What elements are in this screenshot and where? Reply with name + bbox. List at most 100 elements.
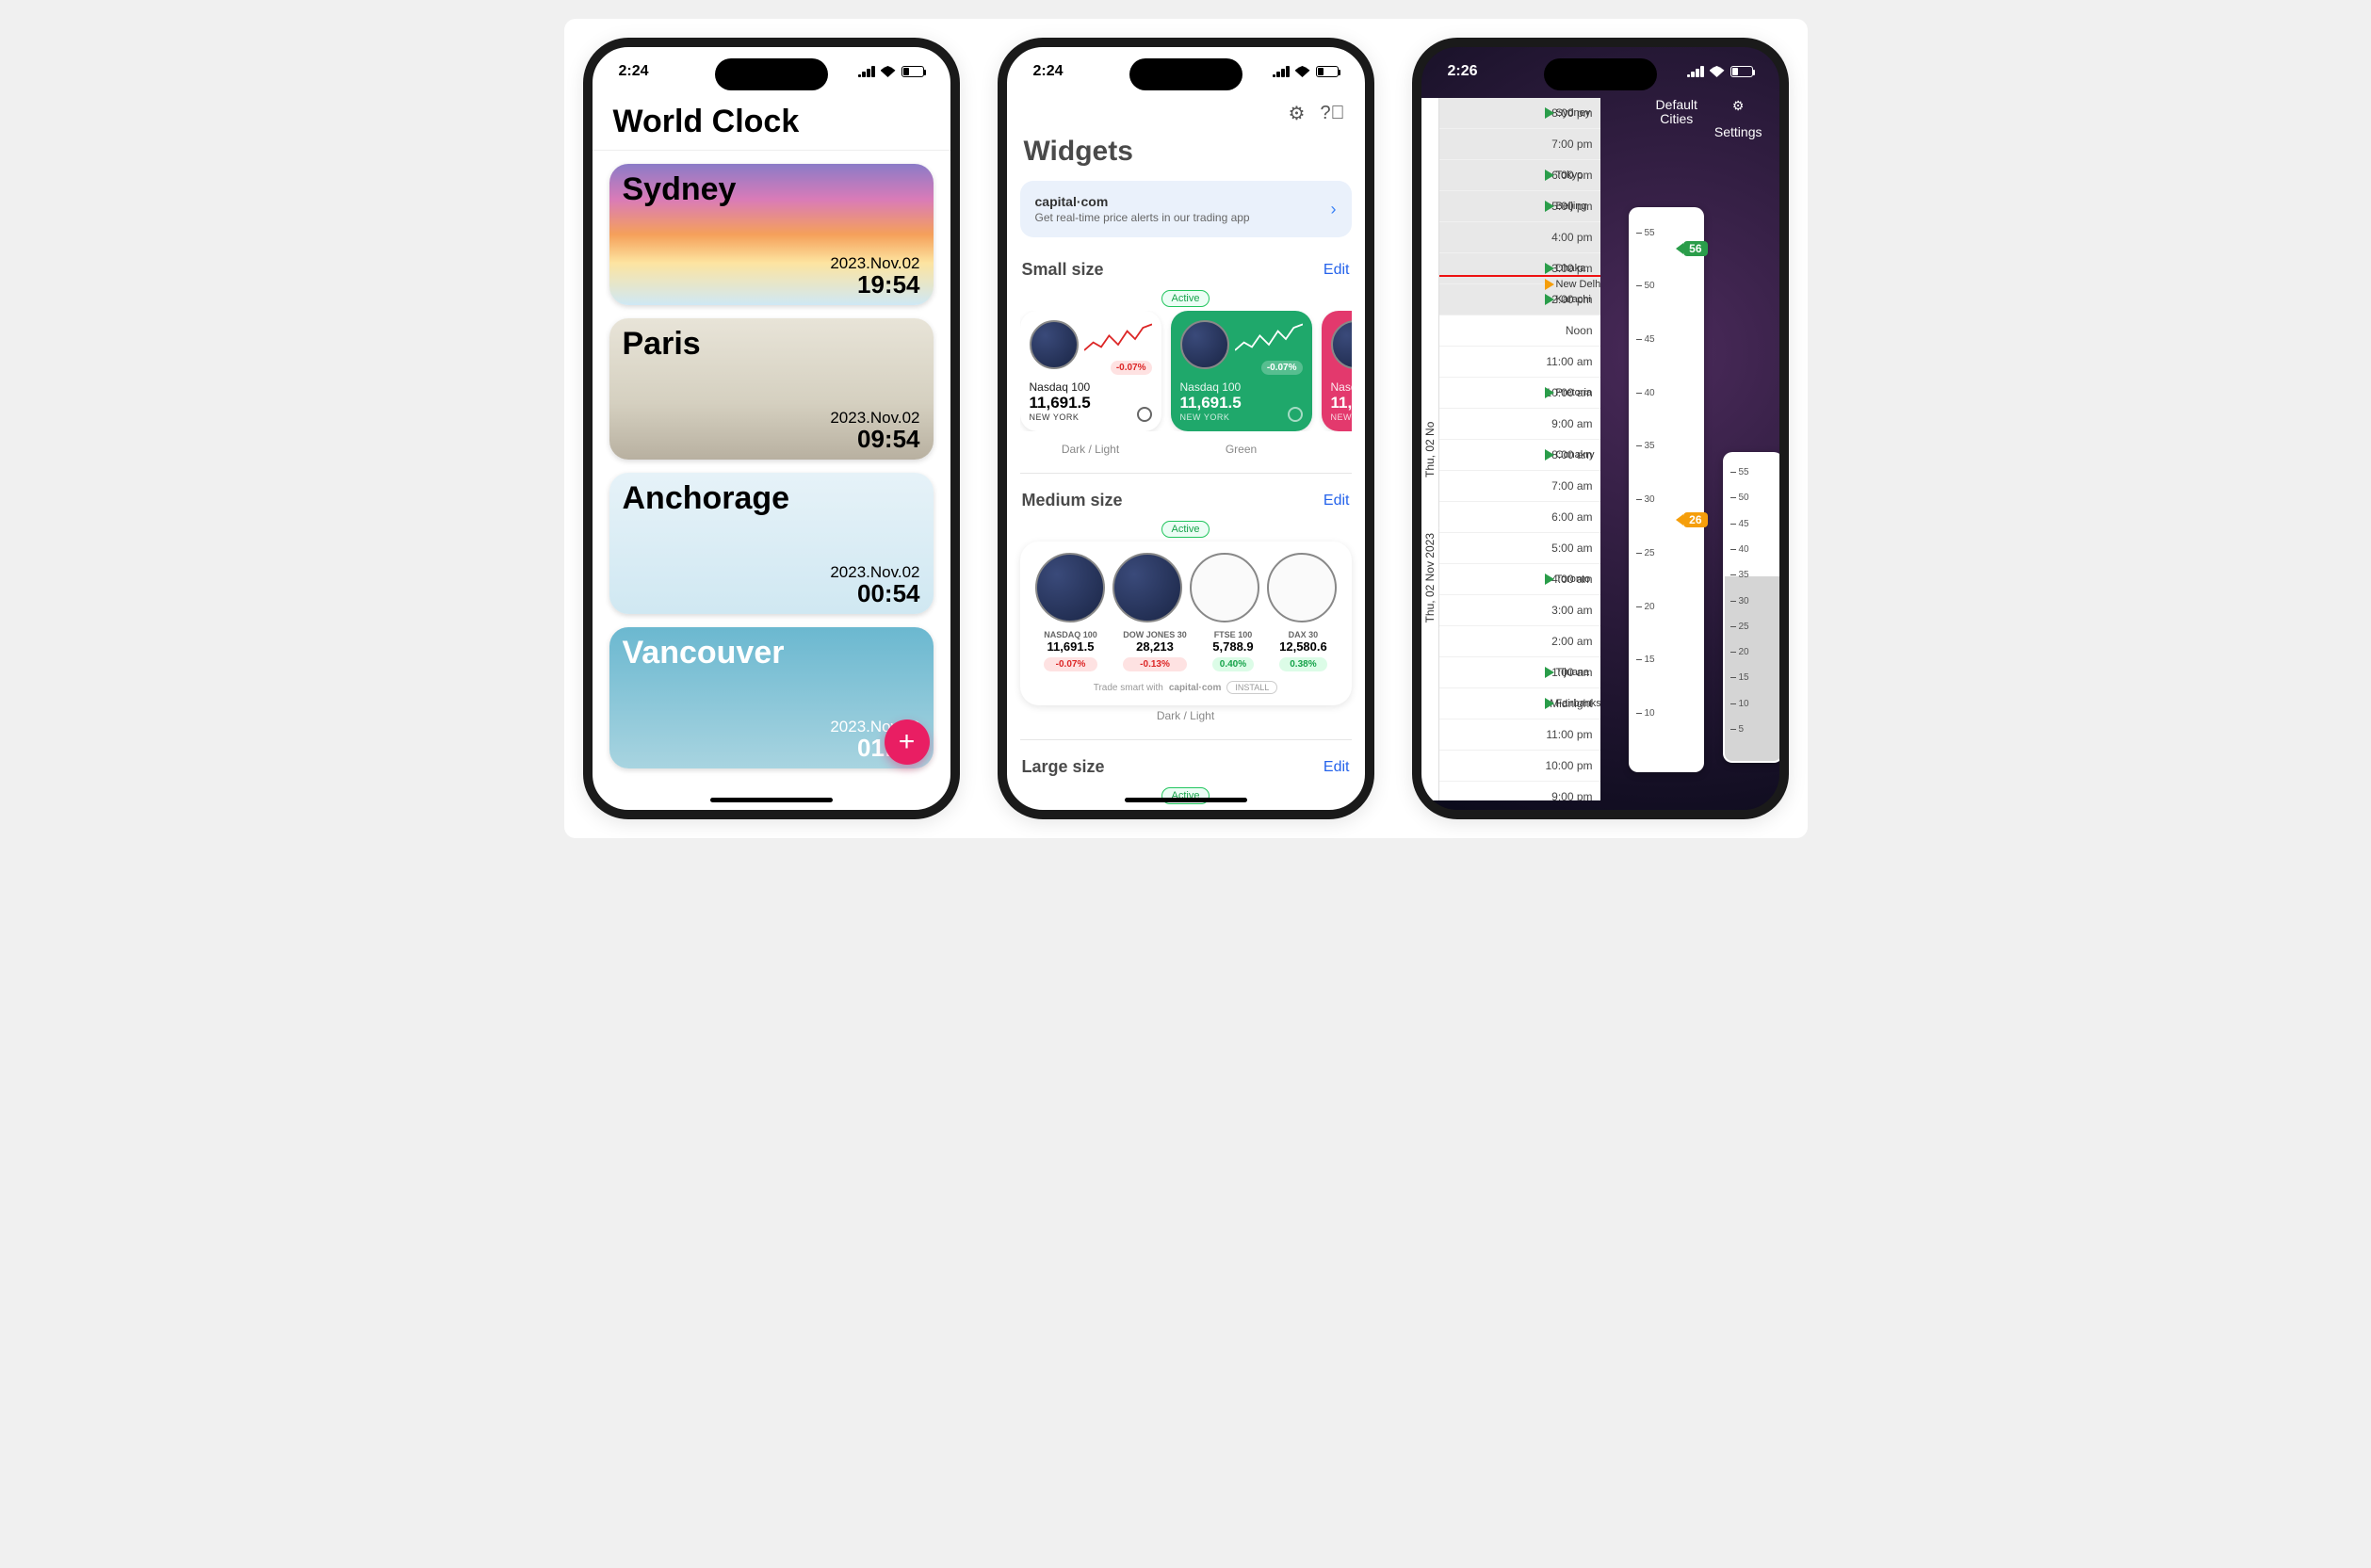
- settings-icon[interactable]: ⚙: [1286, 102, 1308, 124]
- triangle-icon: [1545, 387, 1554, 398]
- wifi-icon: [1295, 66, 1310, 77]
- percent-change: -0.13%: [1123, 657, 1187, 671]
- clock-icon: [1180, 320, 1229, 369]
- phone-world-clock: 2:24 World Clock Sydney 2023.Nov.02 19:5…: [583, 38, 960, 819]
- ruler-tick: 35: [1730, 570, 1749, 580]
- divider: [1020, 473, 1352, 474]
- install-button[interactable]: INSTALL: [1226, 681, 1277, 694]
- city-pin[interactable]: New Delhi: [1545, 279, 1600, 290]
- ruler-tick: 35: [1636, 441, 1655, 451]
- sparkline: [1235, 320, 1303, 358]
- ruler-small[interactable]: 555045403530252015105: [1723, 452, 1783, 763]
- ruler-tick: 25: [1636, 548, 1655, 558]
- battery-icon: [901, 66, 924, 77]
- settings-button[interactable]: ⚙ Settings: [1714, 98, 1762, 139]
- city-pin[interactable]: Pretoria: [1545, 387, 1593, 398]
- city-card[interactable]: Sydney 2023.Nov.02 19:54: [609, 164, 934, 305]
- index-name: DOW JONES 30: [1123, 630, 1187, 639]
- gear-icon: ⚙: [1727, 98, 1749, 121]
- edit-small-button[interactable]: Edit: [1324, 262, 1350, 279]
- ruler-tick: 20: [1636, 602, 1655, 612]
- index-value: 28,213: [1123, 639, 1187, 654]
- city-pin[interactable]: Toronto: [1545, 574, 1591, 585]
- small-widget[interactable]: Nasdaq 11,691 NEW Y: [1322, 311, 1352, 431]
- city-pin[interactable]: Conakry: [1545, 449, 1595, 461]
- widget-caption: Dark / Light: [1020, 439, 1161, 473]
- medium-size-label: Medium size: [1022, 491, 1123, 510]
- ruler-tick: 45: [1730, 519, 1749, 529]
- page-title: World Clock: [593, 96, 950, 151]
- ruler-tick: 15: [1636, 655, 1655, 665]
- status-time: 2:24: [1033, 63, 1064, 80]
- edit-large-button[interactable]: Edit: [1324, 759, 1350, 776]
- city-pin[interactable]: Fairbanks: [1545, 698, 1600, 709]
- clock-icon: [1112, 553, 1182, 622]
- city-pin[interactable]: Dhaka: [1545, 263, 1586, 274]
- city-card[interactable]: Anchorage 2023.Nov.02 00:54: [609, 473, 934, 614]
- signal-icon: [1273, 66, 1290, 77]
- default-cities-button[interactable]: Default Cities: [1656, 98, 1697, 139]
- status-time: 2:24: [619, 63, 649, 80]
- triangle-icon: [1545, 201, 1554, 212]
- percent-change: 0.38%: [1279, 657, 1327, 671]
- signal-icon: [858, 66, 875, 77]
- home-indicator[interactable]: [1125, 798, 1247, 802]
- wifi-icon: [881, 66, 896, 77]
- index-name: FTSE 100: [1212, 630, 1253, 639]
- index-city: NEW YORK: [1180, 412, 1303, 422]
- active-badge: Active: [1161, 521, 1210, 538]
- refresh-icon: [1288, 407, 1303, 422]
- triangle-icon: [1545, 107, 1554, 119]
- medium-widget[interactable]: NASDAQ 100 11,691.5 -0.07% DOW JONES 30 2…: [1020, 542, 1352, 705]
- home-indicator[interactable]: [710, 798, 833, 802]
- triangle-icon: [1545, 279, 1554, 290]
- index-name: DAX 30: [1279, 630, 1327, 639]
- ruler-tick: 15: [1730, 672, 1749, 683]
- page-title: Widgets: [1020, 130, 1352, 181]
- ruler-tick: 10: [1636, 708, 1655, 719]
- percent-change: -0.07%: [1111, 361, 1152, 375]
- battery-icon: [1730, 66, 1753, 77]
- index-name: Nasdaq 100: [1180, 380, 1303, 394]
- ruler-marker[interactable]: 56: [1683, 241, 1707, 256]
- add-city-button[interactable]: +: [885, 719, 930, 765]
- city-card[interactable]: Paris 2023.Nov.02 09:54: [609, 318, 934, 460]
- trade-brand: capital·com: [1169, 683, 1222, 693]
- small-widget[interactable]: -0.07% Nasdaq 100 11,691.5 NEW YORK: [1020, 311, 1161, 431]
- ruler-marker[interactable]: 26: [1683, 512, 1707, 527]
- ruler-large[interactable]: 55504540353025201510 5626: [1629, 207, 1704, 772]
- wifi-icon: [1710, 66, 1725, 77]
- city-pin[interactable]: Tokyo: [1545, 170, 1583, 181]
- ruler-tick: 40: [1730, 544, 1749, 555]
- index-name: Nasdaq 100: [1030, 380, 1152, 394]
- ruler-tick: 5: [1730, 724, 1745, 735]
- help-icon[interactable]: ?⃝: [1322, 102, 1344, 124]
- city-pin[interactable]: Karachi: [1545, 294, 1591, 305]
- city-time: 00:54: [857, 579, 920, 608]
- promo-banner[interactable]: capital·com Get real-time price alerts i…: [1020, 181, 1352, 237]
- notch: [1129, 58, 1242, 90]
- clock-icon: [1267, 553, 1337, 622]
- small-widget[interactable]: -0.07% Nasdaq 100 11,691.5 NEW YORK: [1171, 311, 1312, 431]
- index-name: NASDAQ 100: [1044, 630, 1097, 639]
- time-column[interactable]: Thu, 02 No 8:00 pm7:00 pm6:00 pm5:00 pm4…: [1421, 98, 1600, 800]
- index-name: Nasdaq: [1331, 380, 1352, 394]
- city-pin[interactable]: Beijing: [1545, 201, 1587, 212]
- triangle-icon: [1545, 170, 1554, 181]
- active-badge: Active: [1161, 290, 1210, 307]
- index-item: NASDAQ 100 11,691.5 -0.07%: [1044, 630, 1097, 671]
- notch: [715, 58, 828, 90]
- index-city: NEW Y: [1331, 412, 1352, 422]
- date-label-lower: Thu, 02 Nov 2023: [1421, 527, 1439, 628]
- small-size-label: Small size: [1022, 260, 1104, 280]
- ruler-tick: 45: [1636, 334, 1655, 345]
- index-value: 12,580.6: [1279, 639, 1327, 654]
- city-cards[interactable]: Sydney 2023.Nov.02 19:54Paris 2023.Nov.0…: [593, 151, 950, 795]
- city-pin[interactable]: Tijuana: [1545, 667, 1590, 678]
- city-name: Sydney: [623, 171, 737, 208]
- small-widgets-row[interactable]: -0.07% Nasdaq 100 11,691.5 NEW YORK -0.0…: [1020, 311, 1352, 431]
- city-pin[interactable]: Sydney: [1545, 107, 1591, 119]
- divider: [1020, 739, 1352, 740]
- promo-subtitle: Get real-time price alerts in our tradin…: [1035, 211, 1331, 224]
- edit-medium-button[interactable]: Edit: [1324, 493, 1350, 509]
